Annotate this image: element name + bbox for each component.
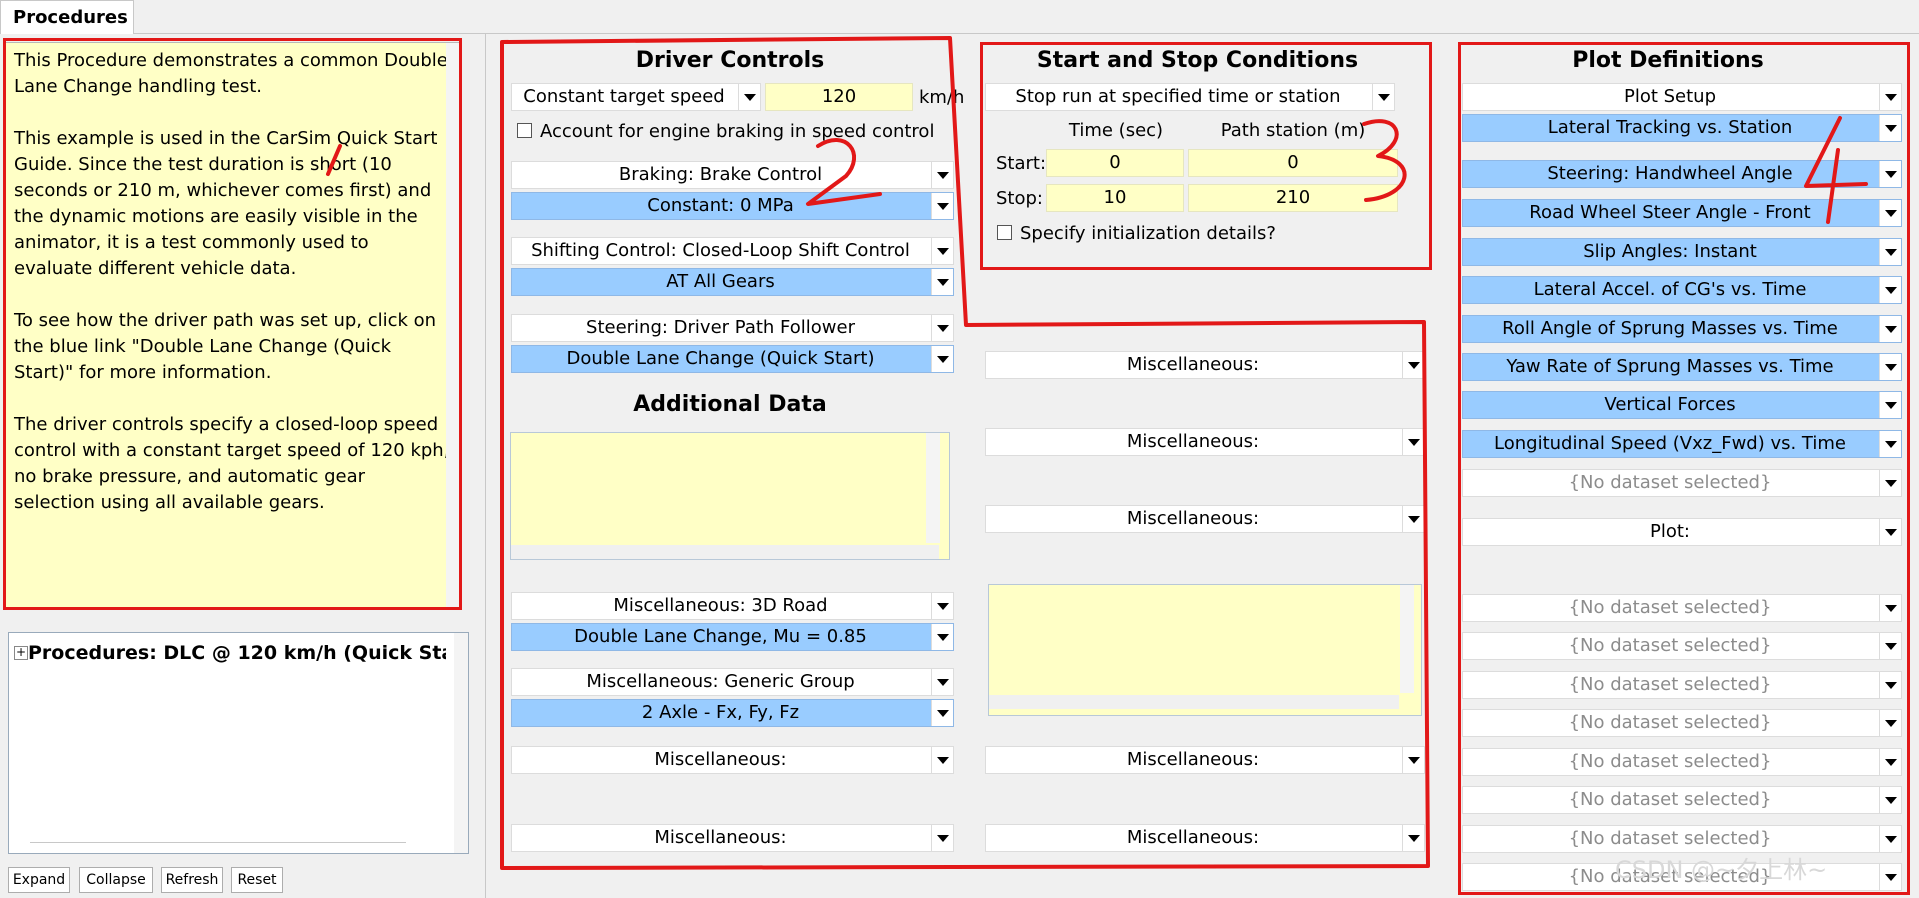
annotation-strokes [326,36,1868,870]
annotation-number-2 [806,138,882,206]
watermark: CSDN @~夕上林~ [1615,856,1828,884]
annotation-number-3 [1362,119,1407,202]
annotation-number-1 [326,144,342,176]
annotation-number-4 [1804,116,1868,224]
annotation-box-2-outline [500,36,1430,870]
